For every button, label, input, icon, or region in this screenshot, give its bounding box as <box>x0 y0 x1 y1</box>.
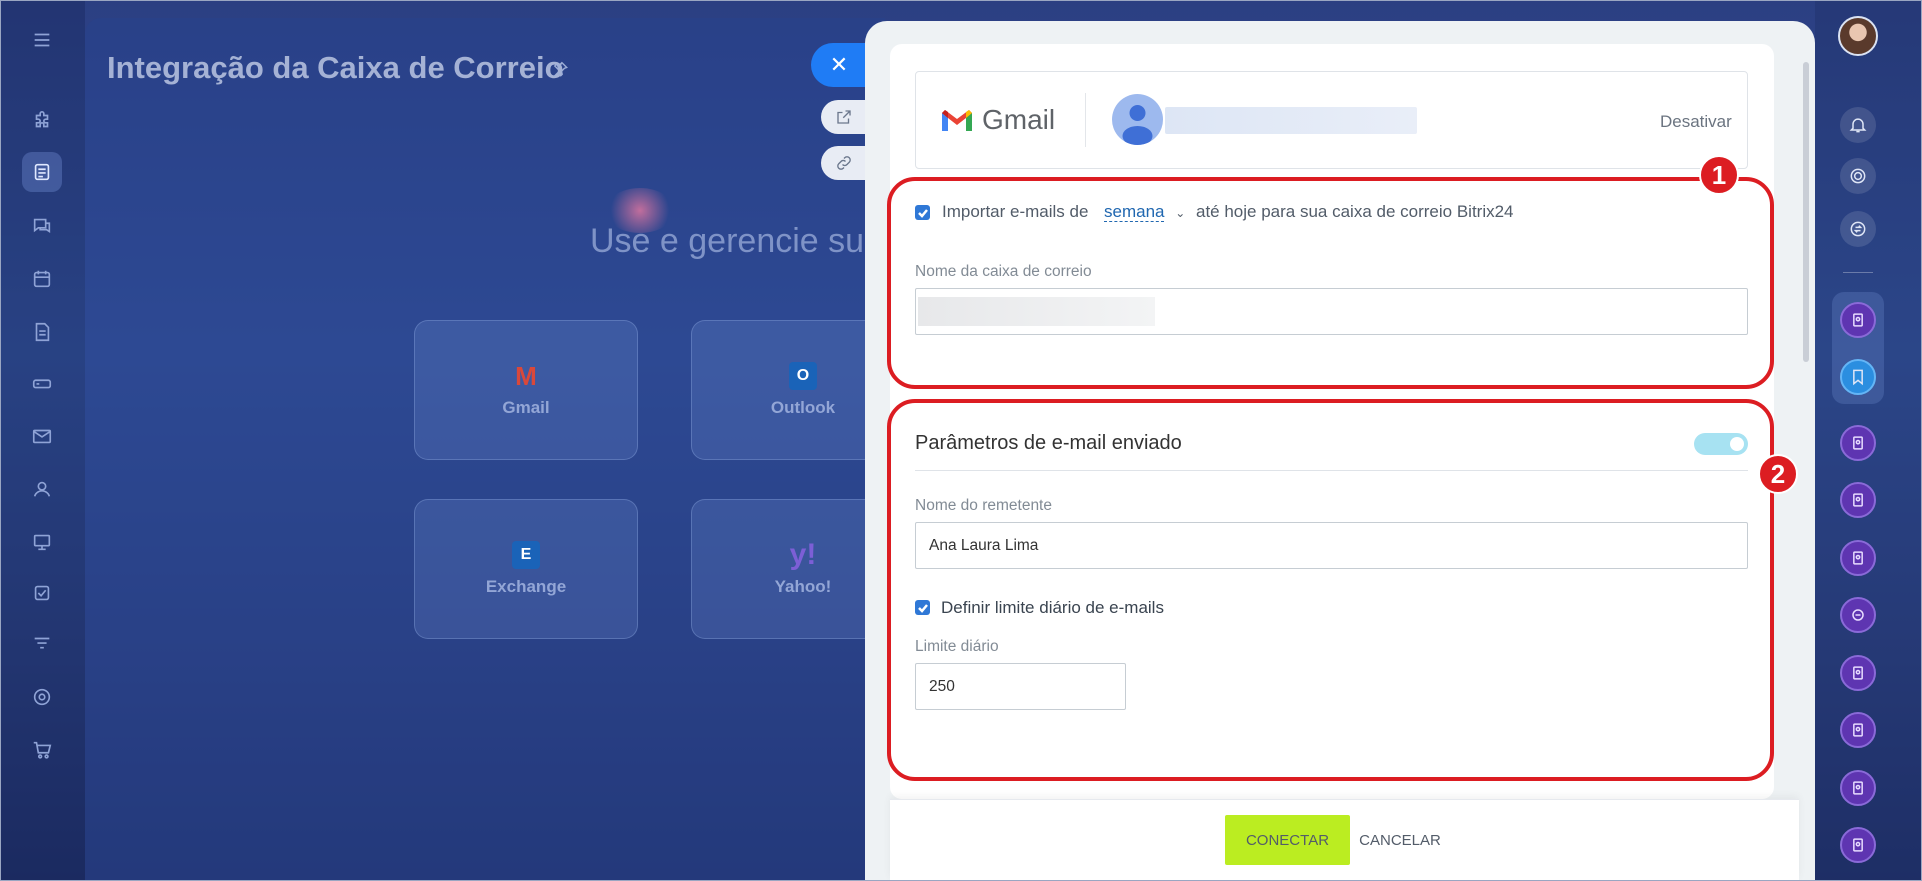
mail-icon[interactable] <box>22 416 62 456</box>
chat-avatar-icon[interactable] <box>1840 597 1876 633</box>
section-divider <box>915 470 1748 471</box>
import-suffix-text: até hoje para sua caixa de correio Bitri… <box>1196 202 1514 221</box>
exchange-logo-icon: E <box>512 541 540 569</box>
daily-limit-checkbox-label: Definir limite diário de e-mails <box>941 598 1164 617</box>
tile-label: Gmail <box>502 398 550 417</box>
checkmark-icon <box>917 208 928 218</box>
puzzle-icon[interactable] <box>22 101 62 141</box>
annotation-badge-1: 1 <box>1699 155 1739 195</box>
header-divider <box>1085 93 1086 147</box>
target-icon[interactable] <box>22 677 62 717</box>
provider-tile-exchange[interactable]: E Exchange <box>414 499 638 639</box>
tile-label: Exchange <box>485 577 567 596</box>
chat-avatar-icon[interactable] <box>1840 302 1876 338</box>
bookmark-icon[interactable] <box>1840 359 1876 395</box>
sender-name-label: Nome do remetente <box>915 497 1052 514</box>
presentation-icon[interactable] <box>22 522 62 562</box>
outgoing-section-title: Parâmetros de e-mail enviado <box>915 432 1182 454</box>
notifications-bell-icon[interactable] <box>1840 107 1876 143</box>
chevron-down-icon: ⌄ <box>1175 206 1186 220</box>
mailbox-name-redacted <box>918 297 1155 326</box>
disable-link[interactable]: Desativar <box>1660 112 1732 132</box>
contacts-icon[interactable] <box>22 469 62 509</box>
checkmark-icon <box>917 603 928 613</box>
tasks-icon[interactable] <box>22 573 62 613</box>
chat-icon[interactable] <box>22 206 62 246</box>
drive-icon[interactable] <box>22 363 62 403</box>
outgoing-settings-toggle[interactable] <box>1694 433 1748 455</box>
sender-name-value: Ana Laura Lima <box>929 536 1039 554</box>
document-icon[interactable] <box>22 312 62 352</box>
funnel-icon[interactable] <box>22 624 62 664</box>
annotation-badge-2: 2 <box>1758 454 1798 494</box>
sender-name-input[interactable]: Ana Laura Lima <box>915 522 1748 569</box>
chat-avatar-icon[interactable] <box>1840 425 1876 461</box>
mailbox-name-label: Nome da caixa de correio <box>915 263 1092 280</box>
user-avatar[interactable] <box>1838 16 1878 56</box>
tile-label: Yahoo! <box>774 577 832 596</box>
import-emails-checkbox[interactable] <box>915 205 930 220</box>
account-email-redacted <box>1165 107 1417 134</box>
tile-label: Outlook <box>770 398 836 417</box>
close-icon: ✕ <box>829 52 849 77</box>
chat-avatar-icon[interactable] <box>1840 770 1876 806</box>
gmail-m-icon <box>942 110 972 131</box>
sync-icon[interactable] <box>1840 211 1876 247</box>
copilot-icon[interactable] <box>1840 158 1876 194</box>
toggle-knob <box>1730 437 1744 451</box>
import-prefix-text: Importar e-mails de <box>942 202 1089 221</box>
user-silhouette-icon <box>1122 105 1153 145</box>
close-slider-button[interactable]: ✕ <box>811 43 867 87</box>
import-period-dropdown[interactable]: semana ⌄ <box>1104 202 1185 222</box>
panel-scrollbar[interactable] <box>1803 62 1809 362</box>
chat-avatar-icon[interactable] <box>1840 540 1876 576</box>
chat-avatar-icon[interactable] <box>1840 712 1876 748</box>
open-new-window-button[interactable] <box>821 100 867 134</box>
page-title: Integração da Caixa de Correio <box>107 50 564 85</box>
yahoo-logo-icon: y! <box>789 538 817 571</box>
pin-icon[interactable] <box>551 60 569 78</box>
calendar-icon[interactable] <box>22 259 62 299</box>
chat-avatar-icon[interactable] <box>1840 655 1876 691</box>
chat-avatar-icon[interactable] <box>1840 827 1876 863</box>
daily-limit-value: 250 <box>929 677 955 695</box>
account-avatar <box>1112 94 1163 145</box>
menu-icon[interactable] <box>22 20 62 60</box>
cancel-button[interactable]: CANCELAR <box>1359 815 1441 865</box>
outlook-logo-icon: O <box>789 362 817 390</box>
feed-icon[interactable] <box>22 152 62 192</box>
chat-avatar-icon[interactable] <box>1840 482 1876 518</box>
copy-link-button[interactable] <box>821 146 867 180</box>
link-icon <box>837 156 851 170</box>
annotation-highlight-2 <box>887 399 1774 781</box>
gmail-brand: Gmail <box>940 104 1055 136</box>
daily-limit-label: Limite diário <box>915 638 999 655</box>
connect-button[interactable]: CONECTAR <box>1225 815 1350 865</box>
external-link-icon <box>837 110 851 124</box>
provider-name: Gmail <box>982 104 1056 135</box>
daily-limit-input[interactable]: 250 <box>915 663 1126 710</box>
import-period-value: semana <box>1104 202 1165 222</box>
provider-tile-gmail[interactable]: M Gmail <box>414 320 638 460</box>
gmail-logo-icon: M <box>515 360 537 391</box>
rail-divider <box>1843 272 1873 273</box>
background-subtitle: Use e gerencie sua <box>590 222 883 260</box>
left-navigation-rail <box>0 0 85 881</box>
cart-icon[interactable] <box>22 730 62 770</box>
daily-limit-checkbox[interactable] <box>915 600 930 615</box>
